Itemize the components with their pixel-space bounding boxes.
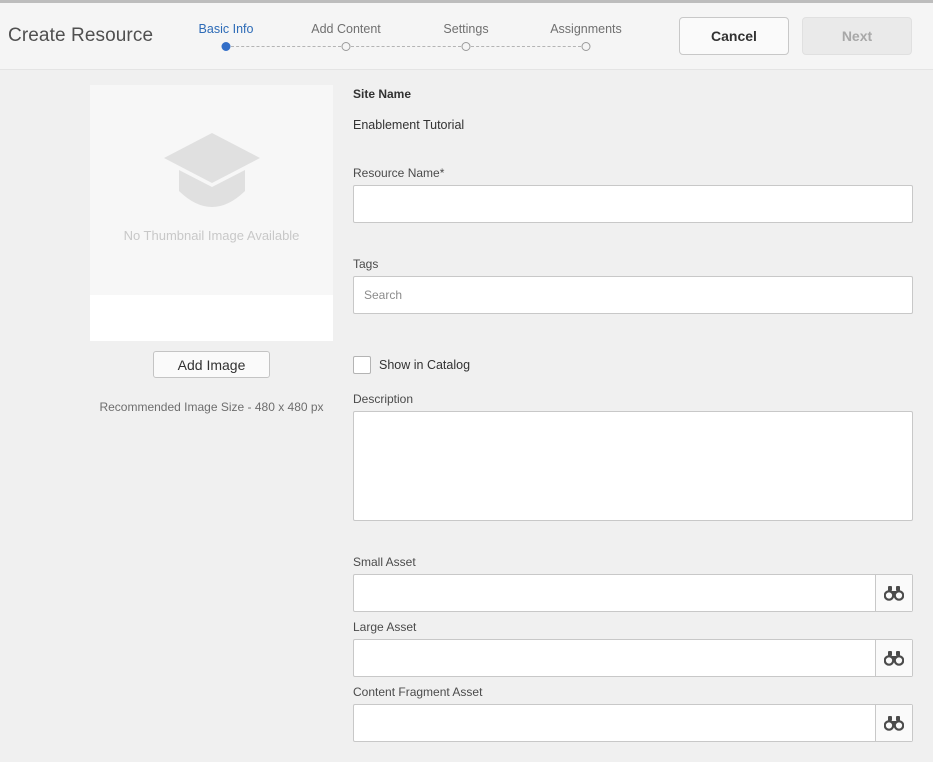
- content-fragment-field[interactable]: [353, 704, 913, 742]
- small-asset-field[interactable]: [353, 574, 913, 612]
- step-basic-info[interactable]: Basic Info: [199, 22, 254, 36]
- add-image-button[interactable]: Add Image: [153, 351, 270, 378]
- step-dot-settings[interactable]: [461, 42, 471, 51]
- show-in-catalog-checkbox[interactable]: [353, 356, 371, 374]
- small-asset-label: Small Asset: [353, 555, 416, 569]
- thumbnail-preview: No Thumbnail Image Available: [90, 85, 333, 341]
- description-field[interactable]: [353, 411, 913, 521]
- step-add-content[interactable]: Add Content: [311, 22, 381, 36]
- next-button[interactable]: Next: [802, 17, 912, 55]
- resource-name-input[interactable]: [354, 186, 912, 222]
- step-settings[interactable]: Settings: [443, 22, 488, 36]
- thumbnail-placeholder: No Thumbnail Image Available: [90, 85, 333, 295]
- wizard-steps: Basic Info Add Content Settings Assignme…: [0, 3, 933, 70]
- show-in-catalog-label[interactable]: Show in Catalog: [379, 358, 470, 372]
- cancel-button[interactable]: Cancel: [679, 17, 789, 55]
- site-name-label: Site Name: [353, 87, 412, 101]
- content-fragment-label: Content Fragment Asset: [353, 685, 483, 699]
- step-connector: [471, 46, 581, 47]
- step-connector: [351, 46, 461, 47]
- large-asset-field[interactable]: [353, 639, 913, 677]
- resource-name-field[interactable]: [353, 185, 913, 223]
- site-name-value: Enablement Tutorial: [353, 118, 465, 132]
- no-thumbnail-text: No Thumbnail Image Available: [123, 228, 300, 243]
- resource-name-label: Resource Name*: [353, 166, 445, 180]
- content-fragment-browse-button[interactable]: [875, 705, 912, 741]
- step-connector: [231, 46, 341, 47]
- tags-label: Tags: [353, 257, 379, 271]
- header-bar: Create Resource Basic Info Add Content S…: [0, 3, 933, 70]
- tags-field[interactable]: [353, 276, 913, 314]
- binoculars-icon: [884, 716, 904, 731]
- binoculars-icon: [884, 651, 904, 666]
- step-dot-add-content[interactable]: [341, 42, 351, 51]
- step-assignments[interactable]: Assignments: [550, 22, 622, 36]
- tags-search-input[interactable]: [354, 277, 912, 313]
- large-asset-label: Large Asset: [353, 620, 417, 634]
- binoculars-icon: [884, 586, 904, 601]
- step-dot-basic-info[interactable]: [221, 42, 231, 51]
- step-dot-assignments[interactable]: [581, 42, 591, 51]
- description-label: Description: [353, 392, 414, 406]
- recommended-size-text: Recommended Image Size - 480 x 480 px: [99, 400, 324, 414]
- graduation-cap-icon: [164, 133, 260, 207]
- small-asset-browse-button[interactable]: [875, 575, 912, 611]
- description-textarea[interactable]: [354, 412, 912, 520]
- large-asset-browse-button[interactable]: [875, 640, 912, 676]
